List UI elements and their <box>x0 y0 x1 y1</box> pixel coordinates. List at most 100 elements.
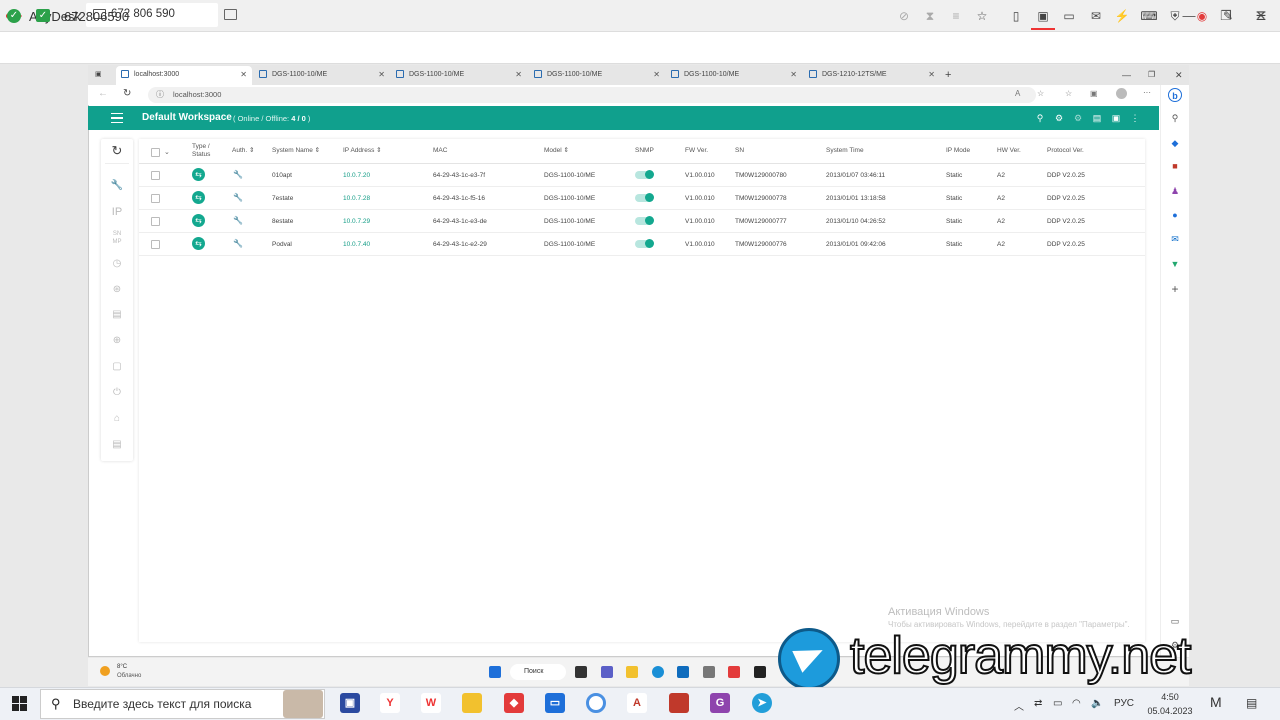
weather-icon[interactable] <box>100 666 110 676</box>
cell-ip[interactable]: 10.0.7.40 <box>343 241 370 248</box>
firmware-file-icon[interactable]: ▤ <box>101 307 133 323</box>
pdf-app-icon[interactable]: G <box>710 693 730 713</box>
wps-office-icon[interactable]: W <box>421 693 441 713</box>
reboot-power-icon[interactable]: ⏻ <box>101 385 133 401</box>
remote-taskview-icon[interactable] <box>575 666 587 678</box>
winbox-icon[interactable] <box>669 693 689 713</box>
info-icon[interactable]: ⓘ <box>156 89 164 100</box>
chat-icon[interactable]: ✉ <box>1087 7 1105 25</box>
office-icon[interactable]: ● <box>1168 208 1182 222</box>
windows-start-icon[interactable] <box>12 696 27 711</box>
select-all-checkbox[interactable] <box>151 148 160 157</box>
tray-battery-icon[interactable]: ▭ <box>1053 698 1062 709</box>
tools-icon[interactable]: ■ <box>1168 159 1182 173</box>
header-search-icon[interactable]: ⚲ <box>1034 112 1046 124</box>
tab-dgs-4[interactable]: DGS-1100-10/ME ✕ <box>671 66 797 84</box>
taskbar-clock[interactable]: 4:50 05.04.2023 <box>1145 690 1195 718</box>
remote-anydesk-icon[interactable] <box>728 666 740 678</box>
browser-maximize-button[interactable]: ❐ <box>1148 66 1158 84</box>
auth-wrench-icon[interactable]: 🔧 <box>233 239 243 248</box>
remote-terminal-icon[interactable] <box>754 666 766 678</box>
copy-config-icon[interactable]: ▢ <box>101 359 133 375</box>
header-protocol[interactable]: Protocol Ver. <box>1047 147 1084 155</box>
tab-close-icon[interactable]: ✕ <box>515 66 522 84</box>
header-ip[interactable]: IP Address ⇕ <box>343 147 382 155</box>
favorite-star-icon[interactable]: ☆ <box>973 7 991 25</box>
tray-chevron-up-icon[interactable]: ︿ <box>1014 698 1024 713</box>
row-checkbox[interactable] <box>151 194 160 203</box>
favorites-bar-icon[interactable]: ☆ <box>1065 89 1072 98</box>
tab-close-icon[interactable]: ✕ <box>653 66 660 84</box>
save-app-icon[interactable]: ▣ <box>340 693 360 713</box>
monitor-select-icon[interactable]: ▣ <box>1034 7 1052 25</box>
remote-tool-icon[interactable] <box>703 666 715 678</box>
row-checkbox[interactable] <box>151 171 160 180</box>
tab-close-icon[interactable]: ✕ <box>928 66 935 84</box>
remote-search-button[interactable]: Поиск <box>510 664 566 680</box>
header-fw[interactable]: FW Ver. <box>685 147 708 155</box>
new-session-icon[interactable] <box>224 9 237 20</box>
browser-close-button[interactable]: ✕ <box>1175 66 1185 84</box>
wrench-icon[interactable]: 🔧 <box>101 178 133 194</box>
chat-disabled-icon[interactable]: ⊘ <box>895 7 913 25</box>
tray-volume-icon[interactable]: 🔈 <box>1091 698 1103 709</box>
header-model[interactable]: Model ⇕ <box>544 147 569 155</box>
display-icon[interactable]: ▭ <box>1060 7 1078 25</box>
remote-edge-icon[interactable] <box>652 666 664 678</box>
ip-settings-icon[interactable]: IP <box>101 204 133 220</box>
header-settings-icon[interactable]: ⚙ <box>1053 112 1065 124</box>
pen-icon[interactable]: ✎ <box>1219 7 1237 25</box>
bing-icon[interactable]: b <box>1168 88 1182 102</box>
tray-m-icon[interactable]: M <box>1210 694 1222 710</box>
keyboard-icon[interactable]: ⌨ <box>1140 7 1158 25</box>
snmp-toggle[interactable] <box>635 239 654 248</box>
snmp-toggle[interactable] <box>635 193 654 202</box>
remote-store-icon[interactable] <box>677 666 689 678</box>
header-sn[interactable]: SN <box>735 147 744 155</box>
taskbar-language[interactable]: РУС <box>1114 698 1134 709</box>
auth-wrench-icon[interactable]: 🔧 <box>233 193 243 202</box>
password-icon[interactable]: ⊛ <box>101 282 133 298</box>
acrobat-icon[interactable]: A <box>627 693 647 713</box>
browser-minimize-button[interactable]: — <box>1122 66 1132 84</box>
header-mac[interactable]: MAC <box>433 147 447 155</box>
log-file-icon[interactable]: ▤ <box>101 437 133 453</box>
tab-dgs-1[interactable]: DGS-1100-10/ME ✕ <box>259 66 385 84</box>
header-ip-mode[interactable]: IP Mode <box>946 147 970 155</box>
back-icon[interactable]: ← <box>98 88 108 99</box>
hamburger-menu-icon[interactable] <box>111 113 123 123</box>
header-hw[interactable]: HW Ver. <box>997 147 1021 155</box>
file-transfer-icon[interactable]: ▯ <box>1007 7 1025 25</box>
permissions-shield-icon[interactable]: ⛨ <box>1166 7 1184 25</box>
cell-ip[interactable]: 10.0.7.20 <box>343 172 370 179</box>
remote-explorer-icon[interactable] <box>626 666 638 678</box>
reload-icon[interactable]: ↻ <box>123 88 131 99</box>
yandex-browser-icon[interactable]: Y <box>380 693 400 713</box>
header-system-time[interactable]: System Time <box>826 147 864 155</box>
games-icon[interactable]: ♟ <box>1168 184 1182 198</box>
time-settings-icon[interactable]: ◷ <box>101 256 133 272</box>
anydesk-taskbar-icon[interactable]: ◆ <box>504 693 524 713</box>
hourglass-icon[interactable]: ⧗ <box>921 7 939 25</box>
header-auth[interactable]: Auth. ⇕ <box>232 147 254 155</box>
tab-close-icon[interactable]: ✕ <box>378 66 385 84</box>
tray-wifi-icon[interactable]: ◠ <box>1072 698 1081 709</box>
upload-icon[interactable]: ⊕ <box>101 333 133 349</box>
snmp-settings-icon[interactable]: SN MP <box>101 230 133 246</box>
row-checkbox[interactable] <box>151 217 160 226</box>
new-tab-icon[interactable]: + <box>945 66 957 84</box>
auth-wrench-icon[interactable]: 🔧 <box>233 170 243 179</box>
header-network-icon[interactable]: ⚙ <box>1072 112 1084 124</box>
taskbar-search-placeholder[interactable]: Введите здесь текст для поиска <box>73 697 251 711</box>
telegram-taskbar-icon[interactable]: ➤ <box>752 693 772 713</box>
more-options-icon[interactable]: ··· <box>1143 88 1151 97</box>
file-explorer-icon[interactable] <box>462 693 482 713</box>
database-icon[interactable]: ≡ <box>947 7 965 25</box>
reset-icon[interactable]: ⌂ <box>101 411 133 427</box>
tab-close-icon[interactable]: ✕ <box>790 66 797 84</box>
collections-icon[interactable]: ▣ <box>1090 89 1098 98</box>
favorite-icon[interactable]: ☆ <box>1037 89 1044 98</box>
record-icon[interactable]: ◉ <box>1193 7 1211 25</box>
tray-network-icon[interactable]: ⇄ <box>1034 698 1042 709</box>
window-app-icon[interactable]: ▭ <box>545 693 565 713</box>
